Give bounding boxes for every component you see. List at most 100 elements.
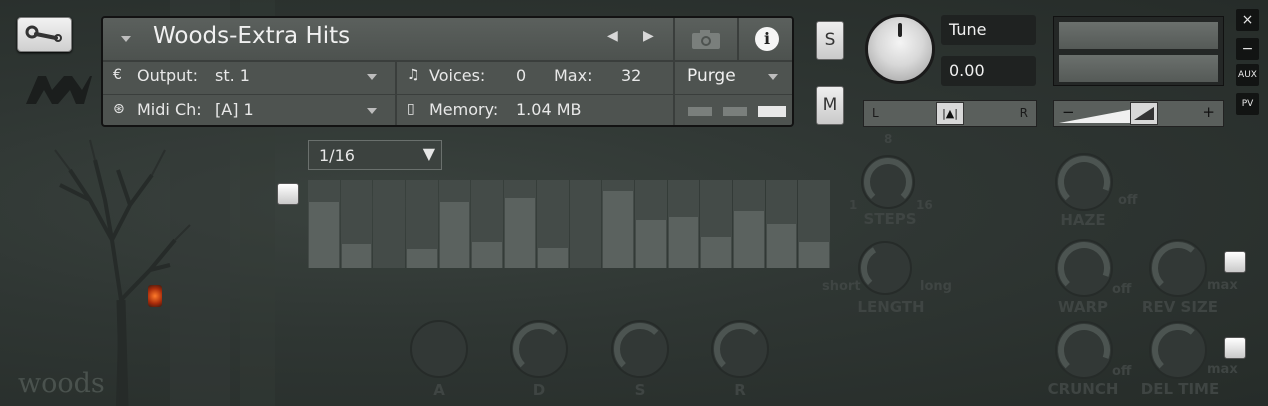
midi-channel-label: Midi Ch: [137,100,202,119]
cpu-meter-segment [688,107,712,116]
max-voices-label: Max: [554,66,593,85]
purge-dropdown-icon[interactable] [768,74,778,80]
sequencer-step-value [701,237,731,268]
camera-icon[interactable] [690,28,722,50]
haze-label: HAZE [1060,211,1106,229]
tune-label: Tune [941,15,1036,45]
max-voices-value[interactable]: 32 [621,66,641,85]
output-icon: € [113,67,122,83]
sequencer-step[interactable] [798,180,830,268]
del-time-knob[interactable] [1147,319,1209,381]
sequencer-step[interactable] [700,180,732,268]
close-button[interactable]: × [1236,9,1259,31]
sequencer-step-value [309,202,339,268]
tune-value[interactable]: 0.00 [941,56,1036,86]
sequencer-step[interactable] [602,180,634,268]
instrument-menu-icon[interactable] [121,36,131,42]
midi-dropdown-icon[interactable] [367,108,377,114]
sequencer-step[interactable] [373,180,406,268]
pv-button[interactable]: PV [1236,93,1259,115]
sequencer-step-value [472,241,503,268]
adsr-knob-s[interactable] [609,318,671,380]
adsr-knob-a[interactable] [408,318,470,380]
sequencer-step-value [407,248,437,268]
info-icon[interactable]: i [755,27,779,51]
instrument-name[interactable]: Woods-Extra Hits [153,23,350,49]
level-meter-right [1059,55,1218,82]
haze-knob[interactable] [1053,151,1115,213]
settings-wrench-button[interactable] [17,17,72,52]
next-instrument-icon[interactable]: ▶ [643,28,654,44]
adsr-label-s: S [634,381,646,399]
sequencer-step[interactable] [536,180,569,268]
length-knob[interactable] [856,239,914,297]
delay-enable-button[interactable] [1224,337,1246,359]
del-time-max-label: max [1207,362,1238,377]
tune-knob[interactable] [865,14,935,84]
steps-knob[interactable] [859,153,917,211]
memory-value: 1.04 MB [516,100,582,119]
prev-instrument-icon[interactable]: ◀ [607,28,618,44]
pan-handle[interactable]: |▲| [936,102,964,125]
sequencer-step[interactable] [569,180,602,268]
warp-knob[interactable] [1053,237,1115,299]
sequencer-step[interactable] [732,180,765,268]
sequencer-step[interactable] [504,180,536,268]
length-max-label: long [920,279,952,294]
midi-icon: ⊛ [113,101,125,117]
pan-right-label: R [1019,106,1028,120]
brand-logo-icon [26,76,92,104]
sequencer-step-value [603,191,633,268]
solo-button[interactable]: S [816,21,844,60]
sequencer-step-value [733,210,764,268]
memory-icon: ▯ [407,101,415,117]
voices-value: 0 [516,66,527,85]
sequencer-step-value [341,244,372,268]
crunch-label: CRUNCH [1047,380,1119,398]
steps-mid-label: 8 [884,132,893,146]
volume-handle[interactable] [1129,102,1158,125]
cpu-meter-segment [723,107,747,116]
sequencer-step[interactable] [406,180,438,268]
purge-label[interactable]: Purge [687,66,736,86]
rev-size-label: REV SIZE [1141,298,1219,316]
adsr-label-a: A [433,381,445,399]
midi-channel-value[interactable]: [A] 1 [215,100,254,119]
sequencer-step-value [668,216,699,268]
output-dropdown-icon[interactable] [367,74,377,80]
sequencer-step[interactable] [438,180,471,268]
output-value[interactable]: st. 1 [215,66,250,85]
length-label: LENGTH [857,298,925,316]
step-rate-value: 1/16 [319,146,355,165]
sequencer-step-value [537,247,568,268]
rev-size-knob[interactable] [1147,237,1209,299]
output-label: Output: [137,66,198,85]
mute-button[interactable]: M [816,86,844,125]
step-rate-select[interactable]: 1/16 ▼ [308,140,442,170]
level-display [1053,16,1224,86]
woods-logo: woods [18,368,105,399]
voices-icon: ♫ [407,67,420,83]
volume-slider[interactable]: − + [1053,100,1224,127]
minimize-button[interactable]: − [1236,38,1259,60]
sequencer-step[interactable] [340,180,373,268]
adsr-knob-d[interactable] [508,318,570,380]
sequencer-step[interactable] [634,180,667,268]
step-sequencer[interactable] [308,180,831,268]
sequencer-step[interactable] [765,180,798,268]
length-min-label: short [822,279,861,294]
crunch-knob[interactable] [1053,319,1115,381]
sequencer-step[interactable] [308,180,340,268]
sequencer-step[interactable] [471,180,504,268]
instrument-header: Woods-Extra Hits ◀ ▶ i € Output: st. 1 ♫… [101,16,794,127]
sequencer-step[interactable] [667,180,700,268]
adsr-knob-r[interactable] [709,318,771,380]
sequencer-step-value [799,241,829,268]
sequencer-enable-button[interactable] [277,183,299,205]
rev-enable-button[interactable] [1224,251,1246,273]
pan-left-label: L [872,106,879,120]
pan-slider[interactable]: L R |▲| [863,100,1037,127]
del-time-label: DEL TIME [1140,380,1220,398]
sequencer-step-value [439,202,470,268]
aux-button[interactable]: AUX [1236,64,1259,86]
